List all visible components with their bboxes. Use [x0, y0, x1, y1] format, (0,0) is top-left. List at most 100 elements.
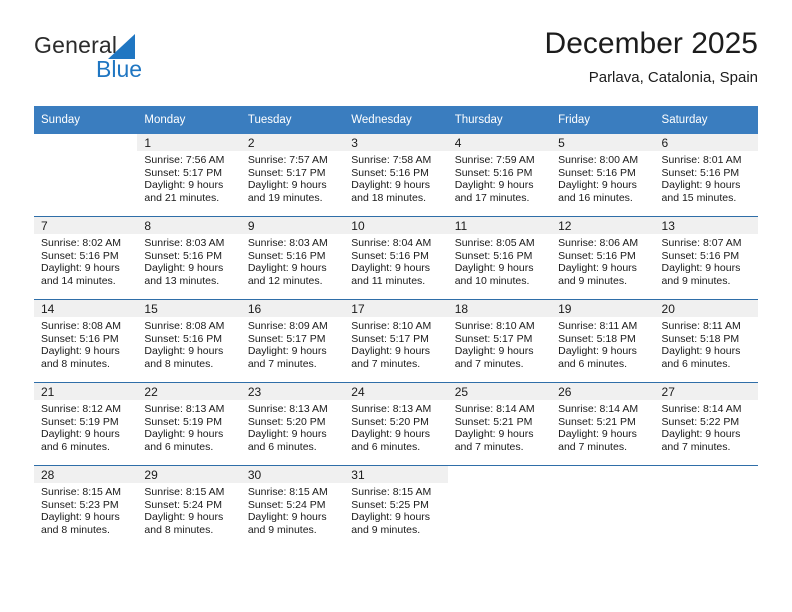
calendar-day-cell[interactable]: 5 Sunrise: 8:00 AM Sunset: 5:16 PM Daylight…: [551, 134, 655, 217]
day-number: 26: [551, 383, 655, 400]
day-info: Sunrise: 8:15 AM Sunset: 5:24 PM Daylight:…: [241, 483, 344, 536]
daylight-text: Daylight: 9 hours and 8 minutes.: [144, 511, 224, 536]
calendar-day-cell[interactable]: 4 Sunrise: 7:59 AM Sunset: 5:16 PM Daylight…: [447, 134, 552, 217]
sunset-text: Sunset: 5:21 PM: [454, 415, 533, 428]
sunset-text: Sunset: 5:24 PM: [144, 498, 223, 511]
weekday-header-wednesday: Wednesday: [344, 106, 448, 134]
sunset-text: Sunset: 5:24 PM: [247, 498, 326, 511]
day-info: Sunrise: 8:02 AM Sunset: 5:16 PM Daylight:…: [34, 234, 137, 287]
day-cell-inner: 15 Sunrise: 8:08 AM Sunset: 5:16 PM Dayligh…: [137, 300, 241, 382]
day-number: 30: [240, 466, 345, 483]
day-number: 18: [447, 300, 552, 317]
day-cell-inner: 3 Sunrise: 7:58 AM Sunset: 5:16 PM Daylight…: [344, 134, 448, 216]
sunrise-text: Sunrise: 8:03 AM: [247, 237, 328, 249]
calendar-day-cell[interactable]: 19 Sunrise: 8:11 AM Sunset: 5:18 PM Dayligh…: [551, 299, 655, 383]
daylight-text: Daylight: 9 hours and 6 minutes.: [41, 428, 120, 453]
calendar-day-cell[interactable]: 22 Sunrise: 8:13 AM Sunset: 5:19 PM Dayligh…: [137, 382, 241, 466]
calendar-day-cell[interactable]: 9 Sunrise: 8:03 AM Sunset: 5:16 PM Daylight…: [240, 216, 345, 300]
calendar-day-cell[interactable]: 21 Sunrise: 8:12 AM Sunset: 5:19 PM Dayligh…: [34, 382, 138, 466]
day-info: Sunrise: 8:15 AM Sunset: 5:24 PM Daylight:…: [137, 483, 240, 536]
sunset-text: Sunset: 5:16 PM: [41, 249, 119, 262]
calendar-week-row: 1 Sunrise: 7:56 AM Sunset: 5:17 PM Daylight…: [34, 134, 758, 217]
day-number: 10: [344, 217, 448, 234]
calendar-day-cell[interactable]: 14 Sunrise: 8:08 AM Sunset: 5:16 PM Dayligh…: [34, 299, 138, 383]
calendar-week-row: 7 Sunrise: 8:02 AM Sunset: 5:16 PM Daylight…: [34, 216, 758, 300]
calendar-day-cell[interactable]: 10 Sunrise: 8:04 AM Sunset: 5:16 PM Dayligh…: [344, 216, 448, 300]
calendar-day-cell[interactable]: 17 Sunrise: 8:10 AM Sunset: 5:17 PM Dayligh…: [344, 299, 448, 383]
daylight-text: Daylight: 9 hours and 7 minutes.: [247, 345, 327, 370]
sunrise-text: Sunrise: 8:15 AM: [351, 486, 432, 498]
sunrise-text: Sunrise: 8:02 AM: [41, 237, 121, 249]
daylight-text: Daylight: 9 hours and 6 minutes.: [144, 428, 224, 453]
sunrise-text: Sunrise: 8:13 AM: [351, 403, 432, 415]
calendar-day-cell[interactable]: 15 Sunrise: 8:08 AM Sunset: 5:16 PM Dayligh…: [137, 299, 241, 383]
weekday-header-saturday: Saturday: [654, 106, 758, 134]
calendar-day-cell[interactable]: 31 Sunrise: 8:15 AM Sunset: 5:25 PM Dayligh…: [344, 465, 448, 548]
calendar-day-cell[interactable]: 8 Sunrise: 8:03 AM Sunset: 5:16 PM Daylight…: [137, 216, 241, 300]
day-number: [34, 134, 138, 151]
day-number: [447, 466, 552, 483]
day-cell-inner: 9 Sunrise: 8:03 AM Sunset: 5:16 PM Daylight…: [240, 217, 345, 299]
day-info: Sunrise: 8:10 AM Sunset: 5:17 PM Daylight:…: [344, 317, 447, 370]
sunset-text: Sunset: 5:17 PM: [351, 332, 429, 345]
calendar-day-cell-empty: [551, 465, 655, 548]
day-number: 14: [34, 300, 138, 317]
calendar-day-cell[interactable]: 27 Sunrise: 8:14 AM Sunset: 5:22 PM Dayligh…: [654, 382, 758, 466]
calendar-day-cell[interactable]: 18 Sunrise: 8:10 AM Sunset: 5:17 PM Dayligh…: [447, 299, 552, 383]
daylight-text: Daylight: 9 hours and 9 minutes.: [558, 262, 637, 287]
day-cell-inner: 26 Sunrise: 8:14 AM Sunset: 5:21 PM Dayligh…: [551, 383, 655, 465]
calendar-day-cell[interactable]: 23 Sunrise: 8:13 AM Sunset: 5:20 PM Dayligh…: [240, 382, 345, 466]
sunset-text: Sunset: 5:16 PM: [454, 166, 533, 179]
calendar-day-cell[interactable]: 2 Sunrise: 7:57 AM Sunset: 5:17 PM Daylight…: [240, 134, 345, 217]
day-number: 11: [447, 217, 552, 234]
calendar-day-cell[interactable]: 20 Sunrise: 8:11 AM Sunset: 5:18 PM Dayligh…: [654, 299, 758, 383]
day-cell-inner: 13 Sunrise: 8:07 AM Sunset: 5:16 PM Dayligh…: [654, 217, 758, 299]
day-cell-inner: 16 Sunrise: 8:09 AM Sunset: 5:17 PM Dayligh…: [240, 300, 345, 382]
sunset-text: Sunset: 5:20 PM: [351, 415, 429, 428]
sunrise-text: Sunrise: 8:15 AM: [247, 486, 328, 498]
daylight-text: Daylight: 9 hours and 9 minutes.: [351, 511, 431, 536]
calendar-day-cell-empty: [34, 134, 138, 217]
sunrise-text: Sunrise: 8:03 AM: [144, 237, 225, 249]
daylight-text: Daylight: 9 hours and 12 minutes.: [247, 262, 327, 287]
daylight-text: Daylight: 9 hours and 6 minutes.: [558, 345, 637, 370]
day-number: [654, 466, 758, 483]
sunset-text: Sunset: 5:18 PM: [661, 332, 740, 345]
weekday-header-monday: Monday: [137, 106, 241, 134]
calendar-day-cell[interactable]: 24 Sunrise: 8:13 AM Sunset: 5:20 PM Dayligh…: [344, 382, 448, 466]
calendar-day-cell[interactable]: 29 Sunrise: 8:15 AM Sunset: 5:24 PM Dayligh…: [137, 465, 241, 548]
day-cell-inner: 28 Sunrise: 8:15 AM Sunset: 5:23 PM Dayligh…: [34, 466, 138, 548]
daylight-text: Daylight: 9 hours and 15 minutes.: [661, 179, 741, 204]
calendar-day-cell[interactable]: 13 Sunrise: 8:07 AM Sunset: 5:16 PM Dayligh…: [654, 216, 758, 300]
calendar-week-row: 28 Sunrise: 8:15 AM Sunset: 5:23 PM Dayligh…: [34, 465, 758, 548]
calendar-day-cell-empty: [447, 465, 552, 548]
day-cell-inner: 23 Sunrise: 8:13 AM Sunset: 5:20 PM Dayligh…: [240, 383, 345, 465]
day-number: 19: [551, 300, 655, 317]
day-number: 5: [551, 134, 655, 151]
page-header: General Blue December 2025 Parlava, Cata…: [34, 26, 758, 98]
calendar-day-cell[interactable]: 30 Sunrise: 8:15 AM Sunset: 5:24 PM Dayligh…: [240, 465, 345, 548]
sunrise-text: Sunrise: 8:12 AM: [41, 403, 121, 415]
brand-logo[interactable]: General Blue: [34, 32, 224, 90]
daylight-text: Daylight: 9 hours and 7 minutes.: [351, 345, 431, 370]
sunset-text: Sunset: 5:21 PM: [558, 415, 636, 428]
day-number: 12: [551, 217, 655, 234]
calendar-day-cell[interactable]: 7 Sunrise: 8:02 AM Sunset: 5:16 PM Daylight…: [34, 216, 138, 300]
day-number: [551, 466, 655, 483]
sunset-text: Sunset: 5:16 PM: [661, 249, 740, 262]
calendar-day-cell[interactable]: 3 Sunrise: 7:58 AM Sunset: 5:16 PM Daylight…: [344, 134, 448, 217]
calendar-day-cell[interactable]: 28 Sunrise: 8:15 AM Sunset: 5:23 PM Dayligh…: [34, 465, 138, 548]
daylight-text: Daylight: 9 hours and 14 minutes.: [41, 262, 120, 287]
calendar-day-cell[interactable]: 12 Sunrise: 8:06 AM Sunset: 5:16 PM Dayligh…: [551, 216, 655, 300]
page-title: December 2025: [544, 27, 758, 60]
calendar-day-cell[interactable]: 25 Sunrise: 8:14 AM Sunset: 5:21 PM Dayligh…: [447, 382, 552, 466]
day-info: Sunrise: 8:01 AM Sunset: 5:16 PM Daylight:…: [655, 151, 758, 204]
calendar-day-cell[interactable]: 1 Sunrise: 7:56 AM Sunset: 5:17 PM Daylight…: [137, 134, 241, 217]
weekday-header-sunday: Sunday: [34, 106, 138, 134]
brand-name-blue: Blue: [96, 56, 143, 82]
calendar-day-cell[interactable]: 11 Sunrise: 8:05 AM Sunset: 5:16 PM Dayligh…: [447, 216, 552, 300]
calendar-day-cell[interactable]: 6 Sunrise: 8:01 AM Sunset: 5:16 PM Daylight…: [654, 134, 758, 217]
calendar-day-cell[interactable]: 16 Sunrise: 8:09 AM Sunset: 5:17 PM Dayligh…: [240, 299, 345, 383]
sunrise-text: Sunrise: 8:05 AM: [454, 237, 535, 249]
calendar-day-cell[interactable]: 26 Sunrise: 8:14 AM Sunset: 5:21 PM Dayligh…: [551, 382, 655, 466]
